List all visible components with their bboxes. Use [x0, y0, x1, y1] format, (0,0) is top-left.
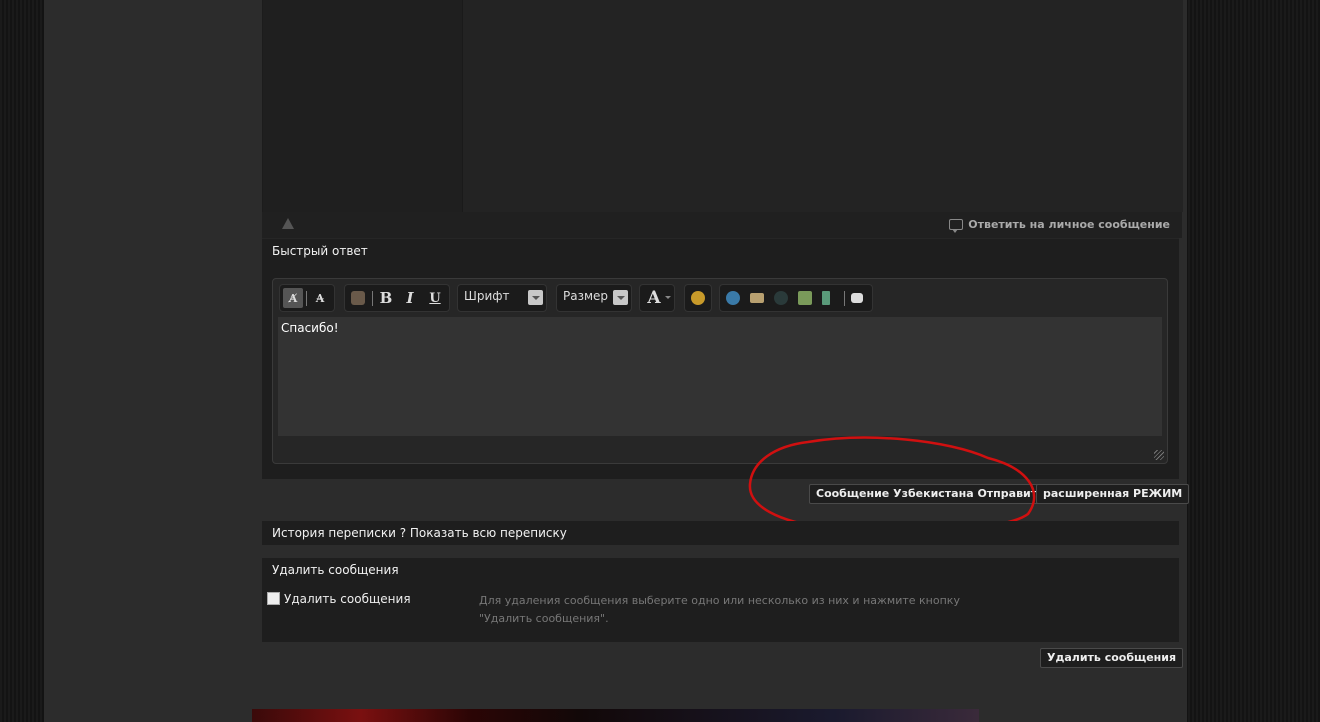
delete-button[interactable]: Удалить сообщения: [1040, 648, 1184, 668]
delete-title: Удалить сообщения: [272, 563, 399, 577]
post-body: [262, 0, 1183, 212]
delete-checkbox-label: Удалить сообщения: [284, 592, 411, 606]
editor: A̸ A̶ B I U Шрифт Размер A Спасибо!: [272, 278, 1168, 464]
submit-button[interactable]: Сообщение Узбекистана Отправить: [809, 484, 1052, 504]
insert-toolbar-group: [719, 284, 873, 312]
warning-icon[interactable]: [282, 218, 294, 229]
font-select[interactable]: Шрифт: [457, 284, 547, 312]
quick-reply-title: Быстрый ответ: [272, 244, 368, 258]
chevron-down-icon: [613, 290, 628, 305]
advanced-mode-button[interactable]: расширенная РЕЖИМ: [1036, 484, 1190, 504]
reply-pm-label: Ответить на личное сообщение: [968, 218, 1170, 231]
post-user-column: [263, 0, 463, 212]
email-icon[interactable]: [750, 293, 764, 303]
history-panel: История переписки ? Показать всю перепис…: [262, 521, 1179, 545]
resize-grip-icon[interactable]: [1154, 450, 1164, 460]
color-group: A: [639, 284, 675, 312]
text-color-icon[interactable]: A: [644, 288, 664, 308]
unlink-icon[interactable]: [774, 291, 788, 305]
bold-icon[interactable]: B: [376, 288, 396, 308]
size-select[interactable]: Размер: [556, 284, 632, 312]
footer-banner-image: [252, 709, 979, 722]
font-select-label: Шрифт: [464, 289, 510, 303]
delete-checkbox[interactable]: [267, 592, 280, 605]
mode-toolbar-group: A̸ A̶: [279, 284, 335, 312]
image-icon[interactable]: [798, 291, 812, 305]
video-icon[interactable]: [822, 291, 830, 305]
delete-help-text: Для удаления сообщения выберите одно или…: [479, 594, 960, 625]
message-textarea[interactable]: Спасибо!: [278, 317, 1162, 436]
size-select-label: Размер: [563, 289, 609, 303]
remove-format-icon[interactable]: A̸: [283, 288, 303, 308]
chevron-down-icon: [665, 296, 671, 299]
smilies-group: [684, 284, 712, 312]
italic-icon[interactable]: I: [400, 288, 420, 308]
underline-icon[interactable]: U: [425, 288, 445, 308]
reply-pm-link[interactable]: Ответить на личное сообщение: [949, 218, 1170, 233]
paste-icon[interactable]: [351, 291, 365, 305]
chevron-down-icon: [528, 290, 543, 305]
post-footer: Ответить на личное сообщение: [262, 212, 1182, 238]
smiley-icon[interactable]: [691, 291, 705, 305]
delete-panel: Удалить сообщения Удалить сообщения Для …: [262, 558, 1179, 642]
quick-reply-panel: Быстрый ответ A̸ A̶ B I U Шрифт Размер A: [262, 238, 1179, 479]
link-icon[interactable]: [726, 291, 740, 305]
format-toolbar-group: B I U: [344, 284, 450, 312]
switch-mode-icon[interactable]: A̶: [310, 288, 330, 308]
history-link[interactable]: История переписки ? Показать всю перепис…: [262, 521, 1179, 545]
quote-icon[interactable]: [851, 293, 863, 303]
speech-bubble-icon: [949, 219, 964, 233]
